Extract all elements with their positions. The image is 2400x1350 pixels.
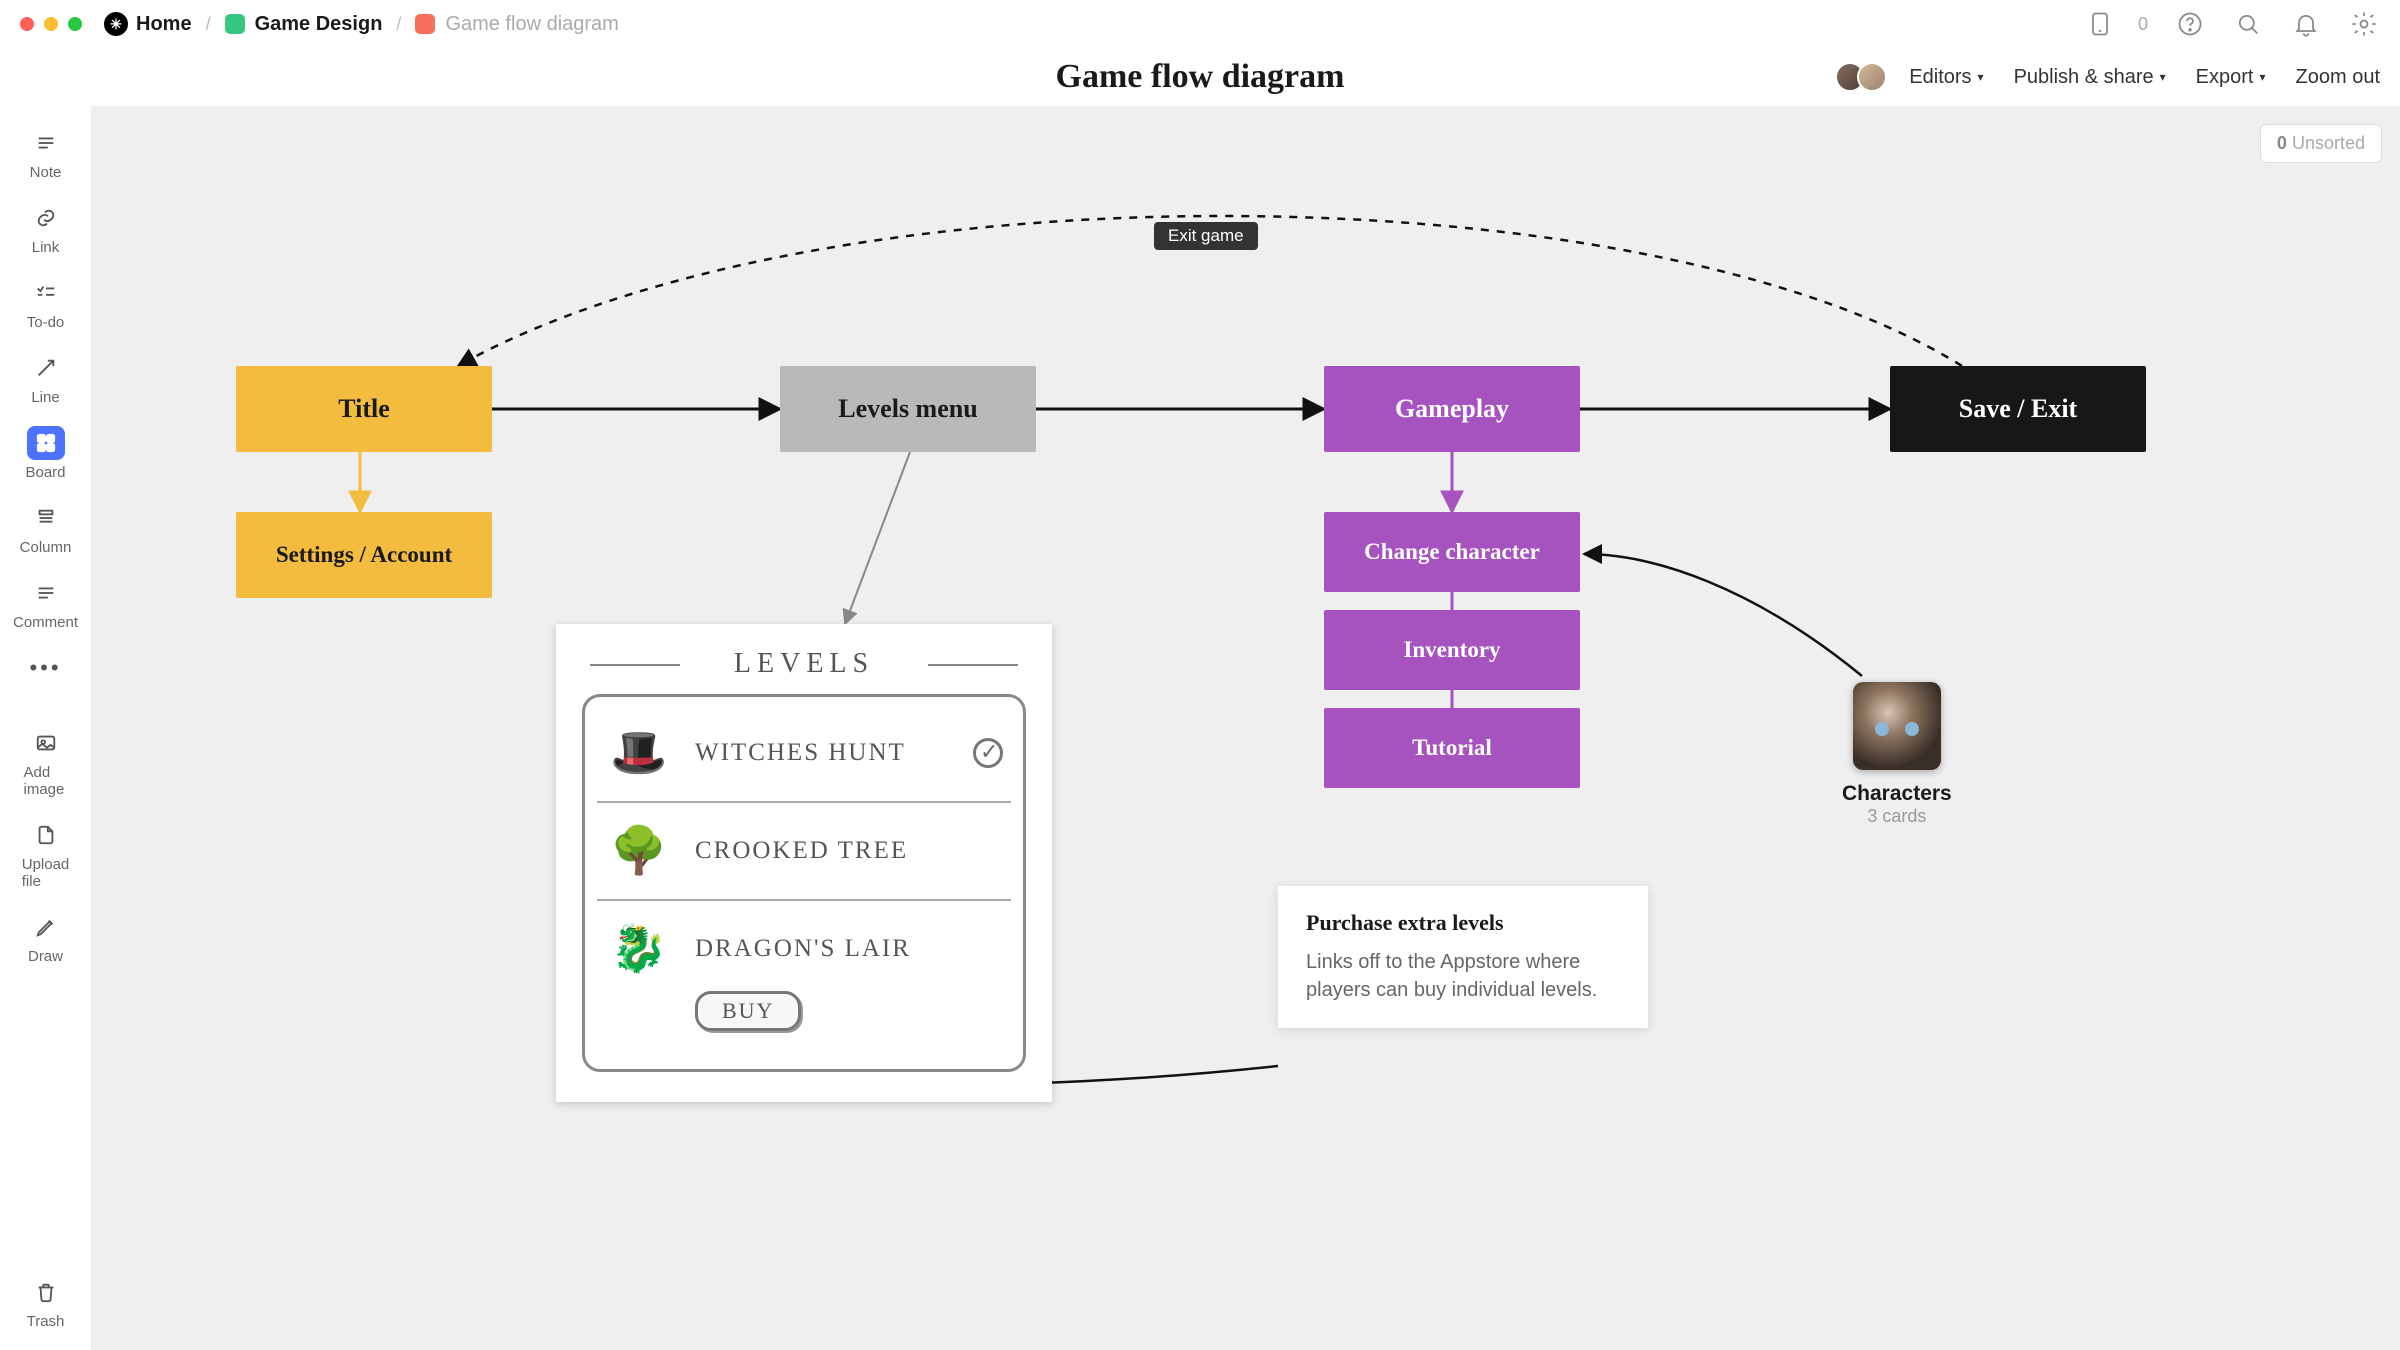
flow-node-gameplay[interactable]: Gameplay: [1324, 366, 1580, 452]
tool-label: Comment: [13, 614, 78, 631]
note-title: Purchase extra levels: [1306, 910, 1620, 936]
tablet-count: 0: [2138, 14, 2148, 35]
page-title: Game flow diagram: [1056, 58, 1345, 96]
breadcrumb-folder-label: Game Design: [255, 13, 383, 36]
flow-node-tutorial[interactable]: Tutorial: [1324, 708, 1580, 788]
topbar-left: ✳ Home / Game Design / Game flow diagram: [20, 12, 619, 36]
tool-more[interactable]: •••: [24, 651, 68, 685]
help-icon[interactable]: [2174, 8, 2206, 40]
sketch-box: 🎩 WITCHES HUNT 🌳 CROOKED TREE 🐉 DRAGON'S…: [582, 694, 1026, 1072]
tablet-icon[interactable]: [2084, 8, 2116, 40]
note-body: Links off to the Appstore where players …: [1306, 948, 1620, 1004]
witch-hat-icon: 🎩: [605, 725, 675, 781]
tool-trash[interactable]: Trash: [24, 1275, 68, 1330]
publish-dropdown[interactable]: Publish & share ▾: [2014, 66, 2166, 89]
breadcrumb-sep: /: [396, 14, 401, 35]
main: Note Link To-do Line Board Column Commen…: [0, 106, 2400, 1350]
search-icon[interactable]: [2232, 8, 2264, 40]
characters-thumbnail: [1853, 682, 1941, 770]
sketch-row[interactable]: 🎩 WITCHES HUNT: [597, 705, 1011, 803]
flow-node-title[interactable]: Title: [236, 366, 492, 452]
tool-link[interactable]: Link: [24, 201, 68, 256]
topbar-right: 0: [2084, 8, 2380, 40]
breadcrumb-folder[interactable]: Game Design: [225, 13, 383, 36]
app-logo[interactable]: ✳: [104, 12, 128, 36]
characters-stack[interactable]: Characters 3 cards: [1842, 682, 1952, 827]
tool-comment[interactable]: Comment: [24, 576, 68, 631]
topbar: ✳ Home / Game Design / Game flow diagram…: [0, 0, 2400, 48]
window-maximize-icon[interactable]: [68, 17, 82, 31]
tool-draw[interactable]: Draw: [24, 910, 68, 965]
chevron-down-icon: ▾: [2259, 70, 2265, 84]
unsorted-label: Unsorted: [2292, 133, 2365, 153]
diagram-canvas[interactable]: 0 Unsorted: [92, 106, 2400, 1350]
folder-color-icon: [225, 14, 245, 34]
buy-button[interactable]: BUY: [695, 991, 801, 1031]
breadcrumb-sep: /: [206, 14, 211, 35]
publish-label: Publish & share: [2014, 66, 2154, 89]
note-card[interactable]: Purchase extra levels Links off to the A…: [1278, 886, 1648, 1028]
tool-label: To-do: [27, 314, 65, 331]
gear-icon[interactable]: [2348, 8, 2380, 40]
unsorted-count: 0: [2277, 133, 2287, 153]
tool-line[interactable]: Line: [24, 351, 68, 406]
sketch-row[interactable]: 🌳 CROOKED TREE: [597, 803, 1011, 901]
flow-node-levels-menu[interactable]: Levels menu: [780, 366, 1036, 452]
breadcrumb-home[interactable]: Home: [136, 13, 192, 36]
editors-label: Editors: [1909, 66, 1971, 89]
unsorted-badge[interactable]: 0 Unsorted: [2260, 124, 2382, 163]
sketch-row[interactable]: 🐉 DRAGON'S LAIR BUY: [597, 901, 1011, 1051]
flow-node-save-exit[interactable]: Save / Exit: [1890, 366, 2146, 452]
dots-icon: •••: [29, 655, 61, 681]
tool-label: Link: [32, 239, 60, 256]
flow-node-change-character[interactable]: Change character: [1324, 512, 1580, 592]
sketch-row-label: WITCHES HUNT: [695, 739, 906, 767]
window-close-icon[interactable]: [20, 17, 34, 31]
breadcrumb-page-label: Game flow diagram: [445, 13, 618, 36]
characters-count: 3 cards: [1842, 806, 1952, 827]
tool-column[interactable]: Column: [24, 501, 68, 556]
tool-label: Note: [30, 164, 62, 181]
window-traffic-lights: [20, 17, 82, 31]
export-label: Export: [2196, 66, 2254, 89]
flow-node-inventory[interactable]: Inventory: [1324, 610, 1580, 690]
tool-add-image[interactable]: Add image: [24, 726, 68, 798]
flow-edges: [92, 106, 2400, 1350]
window-minimize-icon[interactable]: [44, 17, 58, 31]
tool-label: Upload file: [22, 856, 70, 890]
avatar: [1857, 62, 1887, 92]
flow-node-settings[interactable]: Settings / Account: [236, 512, 492, 598]
tool-label: Add image: [24, 764, 68, 798]
tree-icon: 🌳: [605, 823, 675, 879]
editors-dropdown[interactable]: Editors ▾: [1909, 66, 1983, 89]
page-color-icon: [415, 14, 435, 34]
zoom-out-button[interactable]: Zoom out: [2296, 66, 2380, 89]
tool-note[interactable]: Note: [24, 126, 68, 181]
check-icon: [973, 738, 1003, 768]
sketch-row-label: CROOKED TREE: [695, 837, 908, 865]
tool-upload[interactable]: Upload file: [24, 818, 68, 890]
export-dropdown[interactable]: Export ▾: [2196, 66, 2266, 89]
tool-label: Trash: [27, 1313, 65, 1330]
edge-label-exit-game: Exit game: [1154, 222, 1258, 250]
tool-label: Board: [25, 464, 65, 481]
tool-label: Draw: [28, 948, 63, 965]
subheader-right: Editors ▾ Publish & share ▾ Export ▾ Zoom o…: [1843, 62, 2380, 92]
tool-todo[interactable]: To-do: [24, 276, 68, 331]
levels-sketch-card[interactable]: LEVELS 🎩 WITCHES HUNT 🌳 CROOKED TREE 🐉 D…: [556, 624, 1052, 1102]
bell-icon[interactable]: [2290, 8, 2322, 40]
sketch-row-label: DRAGON'S LAIR: [695, 935, 911, 963]
chevron-down-icon: ▾: [2160, 70, 2166, 84]
toolbar-sidebar: Note Link To-do Line Board Column Commen…: [0, 106, 92, 1350]
breadcrumb-page[interactable]: Game flow diagram: [415, 13, 618, 36]
tool-label: Line: [31, 389, 59, 406]
sketch-title: LEVELS: [582, 648, 1026, 680]
dragon-icon: 🐉: [605, 921, 675, 977]
editor-avatars[interactable]: [1843, 62, 1887, 92]
subheader: Game flow diagram Editors ▾ Publish & sha…: [0, 48, 2400, 106]
tool-label: Column: [20, 539, 72, 556]
tool-board[interactable]: Board: [24, 426, 68, 481]
chevron-down-icon: ▾: [1978, 70, 1984, 84]
characters-title: Characters: [1842, 782, 1952, 806]
